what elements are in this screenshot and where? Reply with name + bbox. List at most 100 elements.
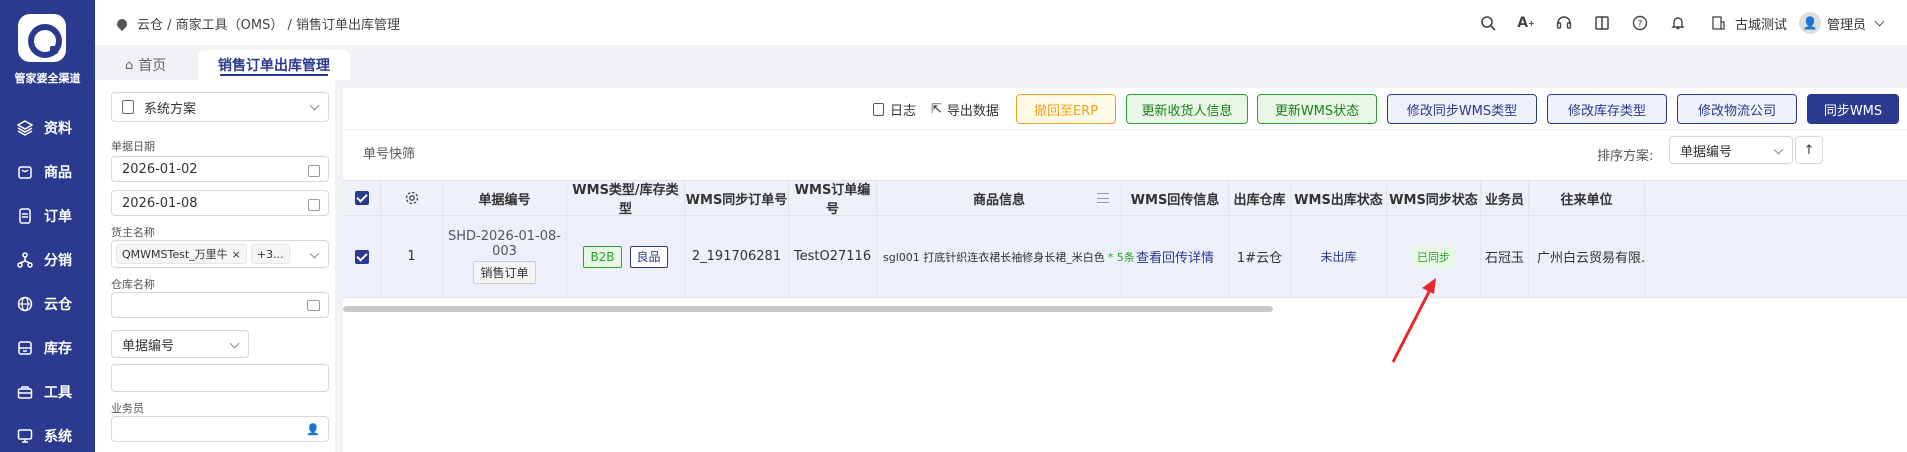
- salesman-input[interactable]: 👤: [111, 416, 329, 442]
- nav-item-data[interactable]: 资料: [0, 113, 95, 143]
- user-icon: 👤: [306, 423, 320, 436]
- headset-icon[interactable]: [1553, 12, 1575, 34]
- header-tools: A + ? 古城测试 👤 管理员: [1461, 10, 1907, 36]
- close-icon[interactable]: ×: [232, 248, 241, 261]
- chevron-down-icon[interactable]: [1874, 16, 1885, 26]
- export-button[interactable]: ⇱ 导出数据: [931, 94, 999, 124]
- stock-type-badge: 良品: [629, 245, 668, 268]
- nav-item-orders[interactable]: 订单: [0, 201, 95, 231]
- row-checkbox[interactable]: [343, 216, 381, 297]
- col-sync-order[interactable]: WMS同步订单号: [685, 181, 789, 215]
- update-consignee-button[interactable]: 更新收货人信息: [1126, 94, 1248, 124]
- search-icon[interactable]: [1477, 12, 1499, 34]
- quick-filter-bar: 单号快筛 排序方案: 单据编号 ↑: [343, 131, 1907, 169]
- col-out-status[interactable]: WMS出库状态: [1291, 181, 1387, 215]
- wms-type-badge: B2B: [583, 245, 622, 268]
- org-name[interactable]: 古城测试: [1735, 14, 1787, 33]
- nav-item-label: 资料: [44, 121, 72, 137]
- revert-to-erp-button[interactable]: 撤回至ERP: [1016, 94, 1116, 124]
- modify-sync-wms-type-button[interactable]: 修改同步WMS类型: [1387, 94, 1537, 124]
- scheme-select[interactable]: 系统方案: [111, 92, 329, 122]
- chevron-down-icon: [309, 248, 320, 259]
- row-wms-type-cell: B2B 良品: [567, 216, 685, 297]
- table-header: 单据编号 WMS类型/库存类型 WMS同步订单号 WMS订单编号 商品信息 WM…: [343, 180, 1907, 217]
- table-row[interactable]: 1 SHD-2026-01-08-003 销售订单 B2B 良品 2_19170…: [343, 216, 1907, 298]
- sort-scheme-select[interactable]: 单据编号: [1669, 136, 1793, 164]
- sort-direction-button[interactable]: ↑: [1795, 136, 1823, 164]
- date-from-input[interactable]: 2026-01-02: [111, 156, 329, 182]
- nav-item-distribution[interactable]: 分销: [0, 245, 95, 275]
- brand-name: 管家婆全渠道: [14, 72, 81, 85]
- nav-item-tools[interactable]: 工具: [0, 377, 95, 407]
- warehouse-input[interactable]: [111, 292, 329, 318]
- nav-item-system[interactable]: 系统: [0, 421, 95, 451]
- select-all-checkbox[interactable]: [343, 181, 381, 215]
- col-wms-type[interactable]: WMS类型/库存类型: [567, 181, 685, 217]
- row-salesman: 石冠玉: [1481, 216, 1529, 297]
- date-from-value: 2026-01-02: [122, 161, 198, 177]
- col-salesman[interactable]: 业务员: [1481, 181, 1529, 215]
- col-goods[interactable]: 商品信息: [877, 181, 1122, 215]
- modify-logistics-button[interactable]: 修改物流公司: [1677, 94, 1797, 124]
- quick-filter-label[interactable]: 单号快筛: [363, 143, 415, 162]
- doc-number-input[interactable]: [111, 364, 329, 392]
- modify-stock-type-button[interactable]: 修改库存类型: [1547, 94, 1667, 124]
- nav-item-inventory[interactable]: 库存: [0, 333, 95, 363]
- col-partner[interactable]: 往来单位: [1529, 181, 1645, 215]
- tab-active-underline: [220, 74, 328, 76]
- bell-icon[interactable]: [1667, 12, 1689, 34]
- action-toolbar: 日志 ⇱ 导出数据 撤回至ERP 更新收货人信息 更新WMS状态 修改同步WMS…: [343, 88, 1907, 130]
- globe-icon: [16, 295, 34, 313]
- location-pin-icon: [114, 16, 130, 31]
- tab-home[interactable]: ⌂ 首页: [111, 50, 180, 80]
- nav-item-goods[interactable]: 商品: [0, 157, 95, 187]
- document-icon: [16, 207, 34, 225]
- ai-icon[interactable]: A +: [1515, 12, 1537, 34]
- date-to-input[interactable]: 2026-01-08: [111, 190, 329, 216]
- nav-item-label: 分销: [44, 253, 72, 269]
- update-wms-status-button[interactable]: 更新WMS状态: [1257, 94, 1377, 124]
- row-wms-order: TestO27116: [789, 216, 877, 297]
- goods-text: sgl001 打底针织连衣裙长袖修身长裙_米白色: [883, 250, 1105, 264]
- row-sync-order: 2_191706281: [685, 216, 789, 297]
- date-to-value: 2026-01-08: [122, 195, 198, 211]
- col-doc-no[interactable]: 单据编号: [443, 181, 567, 215]
- book-icon[interactable]: [1591, 12, 1613, 34]
- view-feedback-link[interactable]: 查看回传详情: [1122, 216, 1229, 297]
- sync-wms-button[interactable]: 同步WMS: [1807, 94, 1899, 124]
- owner-select[interactable]: QMWMSTest_万里牛 × +3...: [111, 240, 329, 268]
- menu-icon[interactable]: [1097, 193, 1109, 203]
- doc-type-value: 单据编号: [122, 338, 175, 354]
- tab-sales-outbound[interactable]: 销售订单出库管理: [198, 50, 350, 80]
- column-settings-icon[interactable]: [381, 181, 443, 215]
- nav-item-cloud-warehouse[interactable]: 云仓: [0, 289, 95, 319]
- toolbox-icon: [16, 383, 34, 401]
- log-button[interactable]: 日志: [873, 94, 916, 124]
- col-wms-order[interactable]: WMS订单编号: [789, 181, 877, 217]
- horizontal-scrollbar[interactable]: [343, 306, 1273, 312]
- network-icon: [16, 251, 34, 269]
- avatar[interactable]: 👤: [1798, 12, 1821, 34]
- svg-text:?: ?: [1638, 20, 1643, 30]
- col-feedback[interactable]: WMS回传信息: [1122, 181, 1229, 215]
- scheme-value: 系统方案: [144, 101, 197, 117]
- app-logo-icon[interactable]: [18, 14, 66, 62]
- nav-item-label: 系统: [44, 429, 72, 445]
- row-out-status: 未出库: [1291, 216, 1387, 297]
- doc-type-select[interactable]: 单据编号: [111, 330, 249, 358]
- row-partner: 广州白云贸易有限...: [1529, 216, 1645, 297]
- owner-tag[interactable]: QMWMSTest_万里牛 ×: [116, 244, 247, 264]
- calendar-icon: [308, 199, 320, 211]
- col-warehouse[interactable]: 出库仓库: [1229, 181, 1291, 215]
- user-name[interactable]: 管理员: [1827, 14, 1866, 33]
- help-icon[interactable]: ?: [1629, 12, 1651, 34]
- top-bar: 云仓 / 商家工具（OMS） / 销售订单出库管理 A + ? 古城测试 👤 管理…: [95, 0, 1907, 45]
- col-sync-status[interactable]: WMS同步状态: [1387, 181, 1481, 215]
- row-index: 1: [381, 216, 443, 297]
- doc-no-text[interactable]: SHD-2026-01-08-003: [443, 229, 566, 259]
- nav-item-label: 订单: [44, 209, 72, 225]
- nav-item-label: 云仓: [44, 297, 72, 313]
- owner-label: 货主名称: [111, 226, 155, 239]
- row-doc-no-cell: SHD-2026-01-08-003 销售订单: [443, 216, 567, 297]
- home-icon: ⌂: [125, 57, 134, 73]
